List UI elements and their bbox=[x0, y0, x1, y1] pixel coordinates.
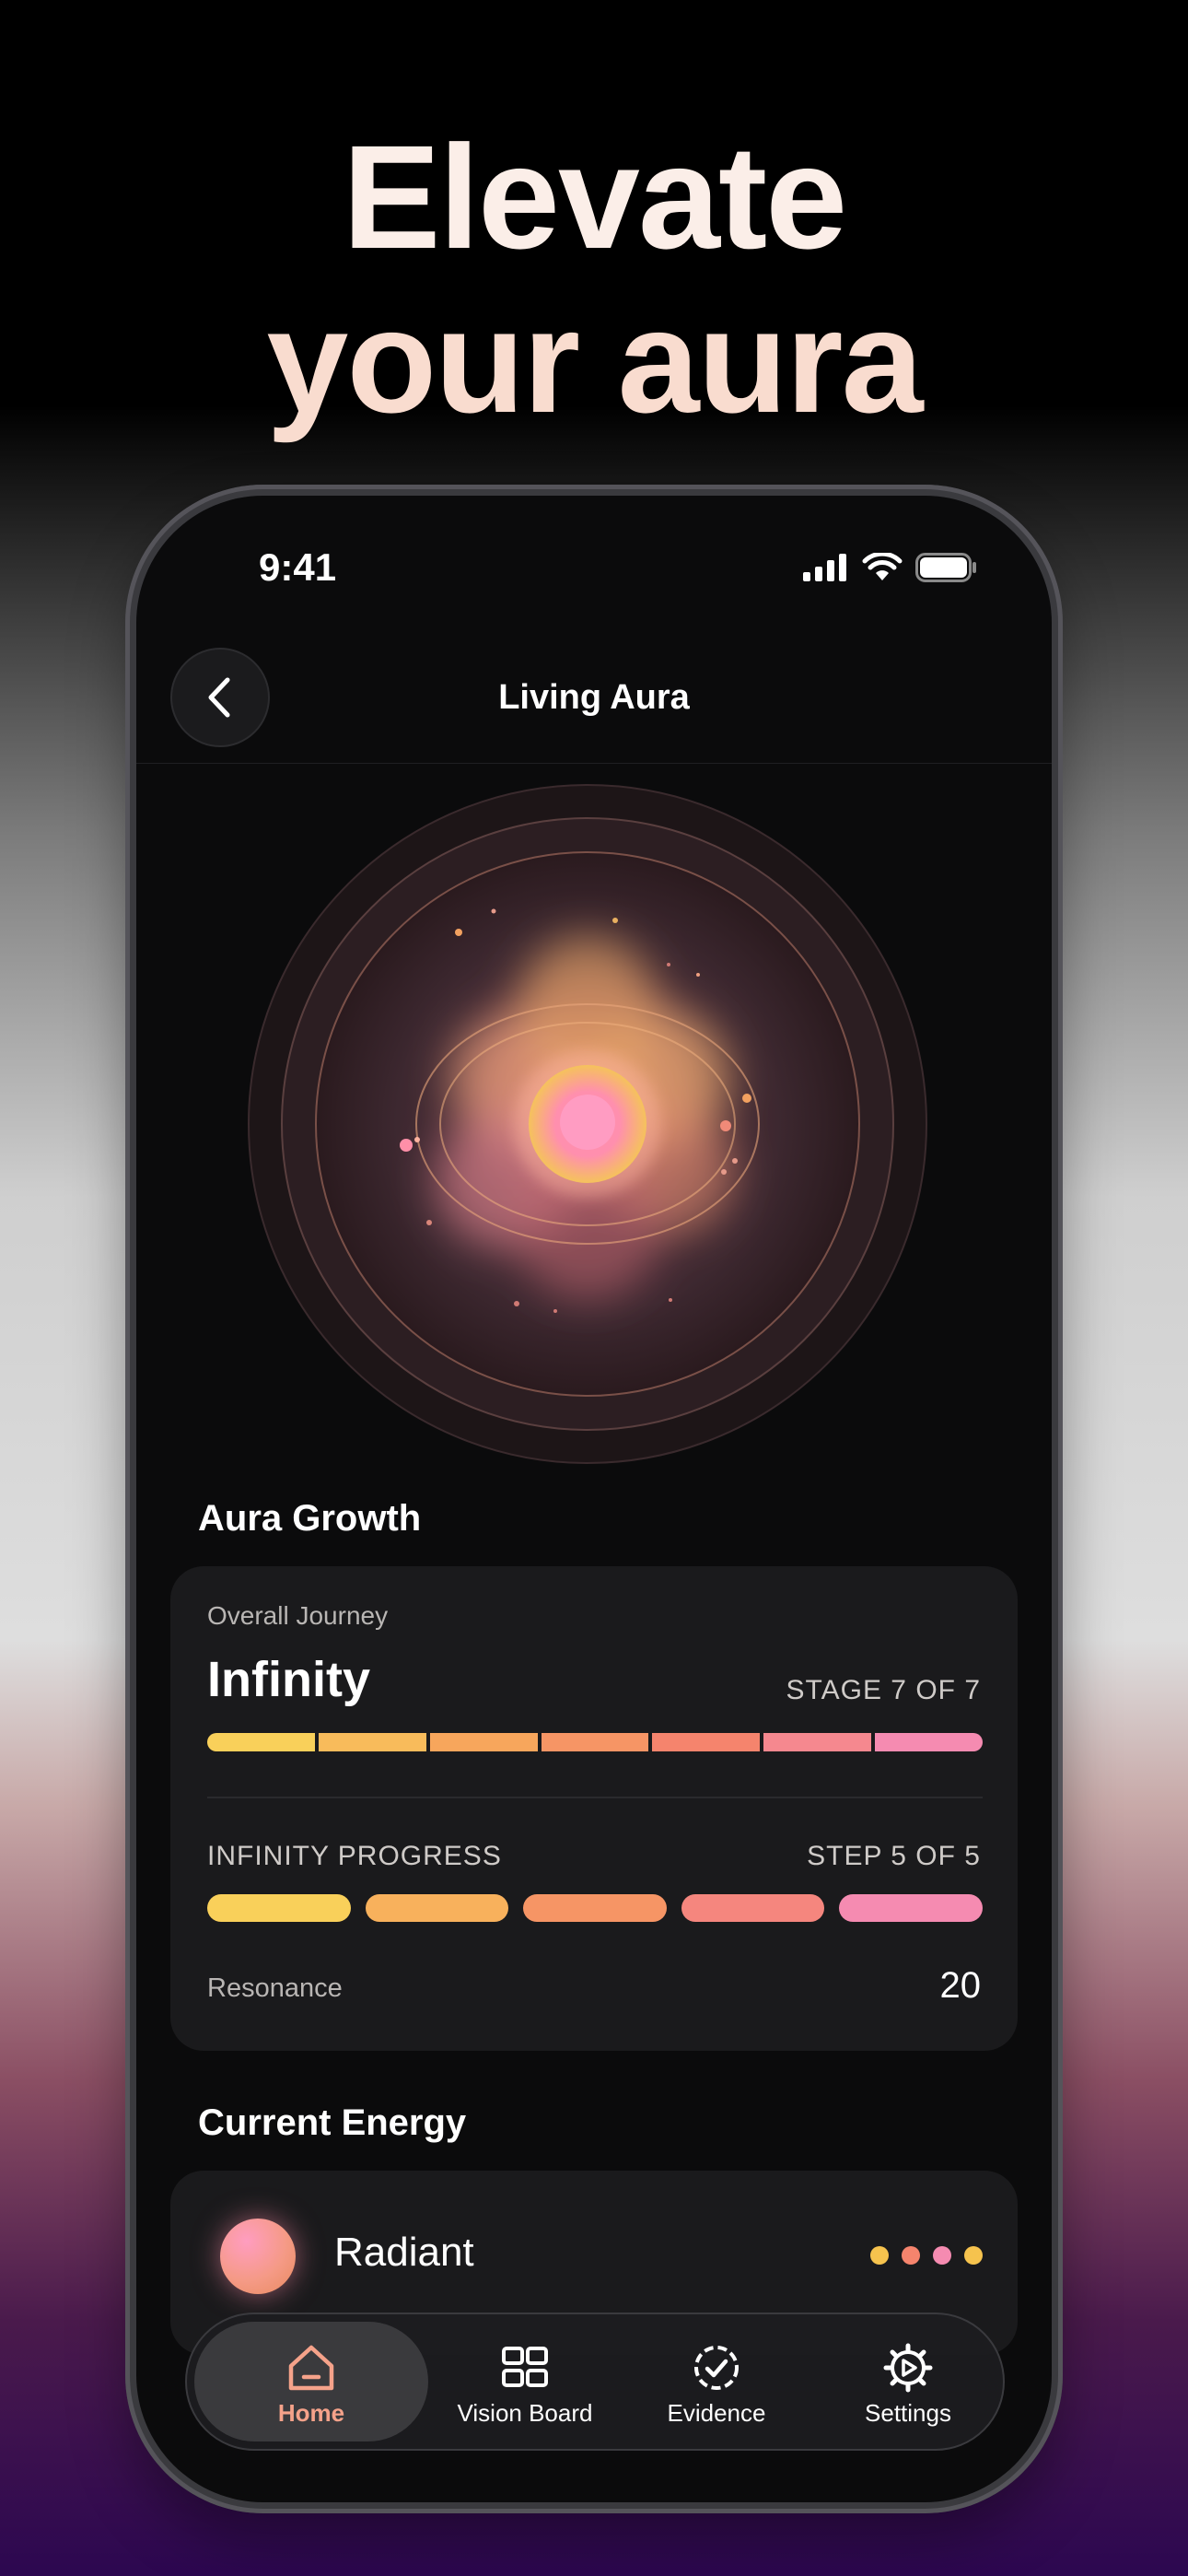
signal-icon bbox=[803, 554, 846, 581]
progress-segment bbox=[541, 1733, 649, 1751]
resonance-label: Resonance bbox=[207, 1973, 343, 2003]
energy-name: Radiant bbox=[334, 2230, 474, 2275]
home-icon bbox=[288, 2345, 334, 2391]
energy-orb-icon bbox=[220, 2219, 296, 2294]
headline-line-1: Elevate bbox=[342, 114, 847, 279]
tab-settings[interactable]: Settings bbox=[802, 2322, 1014, 2441]
stage-progress-bar bbox=[207, 1733, 984, 1751]
section-title-current-energy: Current Energy bbox=[198, 2102, 467, 2143]
energy-dots bbox=[870, 2246, 983, 2265]
headline-line-2: your aura bbox=[266, 278, 923, 443]
progress-segment bbox=[652, 1733, 761, 1751]
progress-segment bbox=[875, 1733, 984, 1751]
check-circle-icon bbox=[694, 2346, 739, 2390]
phone-screen: 9:41 Living Aura Aura Growth Overall Jou… bbox=[136, 496, 1052, 2502]
wifi-icon bbox=[862, 553, 903, 580]
resonance-value: 20 bbox=[939, 1965, 982, 2006]
aura-growth-card: Overall Journey Infinity STAGE 7 OF 7 IN… bbox=[170, 1566, 1018, 2051]
progress-segment bbox=[523, 1894, 667, 1922]
gear-icon bbox=[883, 2343, 933, 2393]
progress-segment bbox=[763, 1733, 872, 1751]
overall-journey-label: Overall Journey bbox=[207, 1601, 389, 1630]
energy-dot bbox=[870, 2246, 889, 2265]
energy-dot bbox=[933, 2246, 951, 2265]
energy-dot bbox=[902, 2246, 920, 2265]
energy-dot bbox=[964, 2246, 983, 2265]
progress-segment bbox=[365, 1894, 509, 1922]
headline: Elevate your aura bbox=[0, 115, 1188, 443]
tab-settings-label: Settings bbox=[865, 2399, 951, 2427]
tab-vision-board[interactable]: Vision Board bbox=[419, 2322, 631, 2441]
step-count: STEP 5 OF 5 bbox=[807, 1841, 981, 1871]
progress-segment bbox=[839, 1894, 983, 1922]
infinity-progress-label: INFINITY PROGRESS bbox=[207, 1841, 502, 1871]
grid-icon bbox=[502, 2347, 548, 2387]
card-divider bbox=[207, 1797, 983, 1798]
progress-segment bbox=[207, 1733, 315, 1751]
tab-evidence[interactable]: Evidence bbox=[611, 2322, 822, 2441]
tab-vision-board-label: Vision Board bbox=[457, 2399, 593, 2427]
status-bar: 9:41 bbox=[136, 496, 1052, 643]
aura-core-center bbox=[560, 1095, 615, 1150]
tab-evidence-label: Evidence bbox=[667, 2399, 766, 2427]
progress-segment bbox=[318, 1733, 426, 1751]
status-time: 9:41 bbox=[259, 545, 337, 589]
progress-segment bbox=[429, 1733, 538, 1751]
progress-segment bbox=[681, 1894, 825, 1922]
status-icons bbox=[803, 553, 978, 582]
progress-segment bbox=[207, 1894, 351, 1922]
stage-count: STAGE 7 OF 7 bbox=[786, 1675, 981, 1705]
nav-bar: Living Aura bbox=[136, 634, 1052, 764]
page-title: Living Aura bbox=[498, 678, 690, 717]
tab-bar: Home Vision Board Evidence Settings bbox=[185, 2313, 1005, 2451]
tab-home-label: Home bbox=[277, 2399, 345, 2427]
stage-name: Infinity bbox=[207, 1652, 370, 1707]
section-title-aura-growth: Aura Growth bbox=[198, 1498, 422, 1539]
battery-icon bbox=[915, 553, 976, 582]
step-progress-bar bbox=[207, 1894, 983, 1922]
aura-visualization bbox=[248, 784, 927, 1464]
tab-home[interactable]: Home bbox=[194, 2322, 428, 2441]
